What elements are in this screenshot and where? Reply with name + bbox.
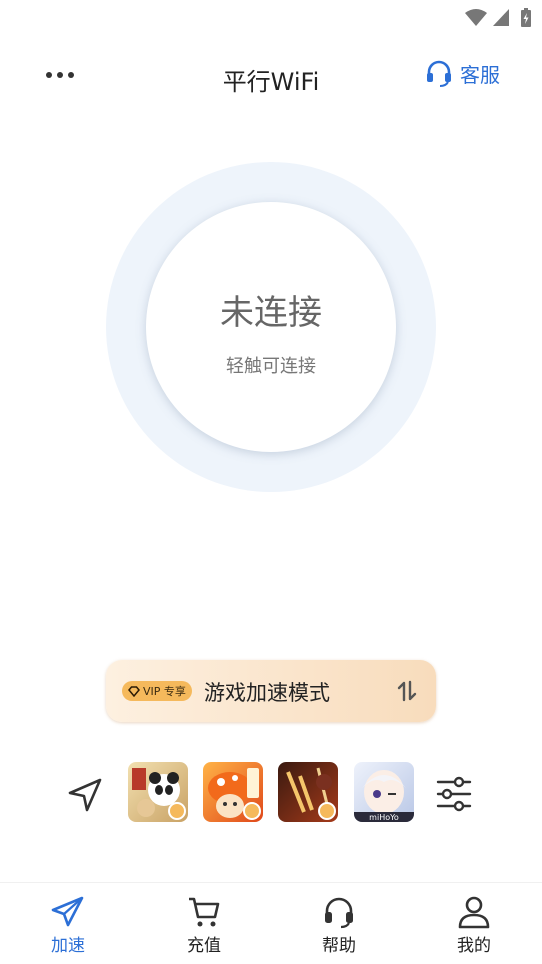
bottom-tab-bar: 加速 充值 帮助 我的: [0, 882, 542, 964]
user-icon: [458, 896, 490, 929]
tab-help[interactable]: 帮助: [299, 895, 379, 956]
paper-plane-icon: [51, 896, 84, 927]
filter-settings-icon[interactable]: [435, 774, 473, 814]
headset-icon: [427, 60, 451, 87]
navigation-arrow-icon[interactable]: [66, 776, 104, 814]
game-tile-4[interactable]: miHoYo: [354, 762, 414, 822]
tab-label: 我的: [457, 936, 491, 956]
connect-button[interactable]: 未连接 轻触可连接: [146, 202, 396, 452]
diamond-icon: [128, 685, 140, 697]
vip-badge: VIP 专享: [122, 681, 192, 701]
status-bar: [0, 0, 542, 36]
game-tile-2[interactable]: [203, 762, 263, 822]
mode-label: 游戏加速模式: [204, 681, 330, 705]
booster-badge: [243, 802, 261, 820]
vip-badge-label: VIP 专享: [143, 685, 186, 698]
connection-hint: 轻触可连接: [226, 355, 316, 377]
booster-badge: [168, 802, 186, 820]
customer-service-button[interactable]: 客服: [424, 58, 500, 88]
game-tile-3[interactable]: [278, 762, 338, 822]
tab-profile[interactable]: 我的: [434, 895, 514, 956]
games-row: miHoYo: [0, 762, 542, 824]
tab-label: 充值: [187, 936, 221, 956]
connection-status: 未连接: [220, 292, 322, 333]
swap-icon[interactable]: [396, 680, 418, 702]
tab-label: 加速: [51, 936, 85, 956]
wifi-signal-icon: [465, 9, 487, 26]
app-header: 平行WiFi 客服: [0, 50, 542, 106]
tab-recharge[interactable]: 充值: [164, 895, 244, 956]
game-mode-selector[interactable]: VIP 专享 游戏加速模式: [106, 660, 436, 722]
tab-label: 帮助: [322, 936, 356, 956]
tab-accelerate[interactable]: 加速: [28, 895, 108, 956]
booster-badge: [318, 802, 336, 820]
game-tile-1[interactable]: [128, 762, 188, 822]
cart-icon: [189, 897, 220, 927]
game-caption: miHoYo: [369, 813, 399, 822]
cell-signal-icon: [493, 9, 509, 26]
customer-service-label: 客服: [460, 62, 500, 87]
battery-charging-icon: [521, 8, 531, 27]
headset-icon: [325, 897, 353, 929]
